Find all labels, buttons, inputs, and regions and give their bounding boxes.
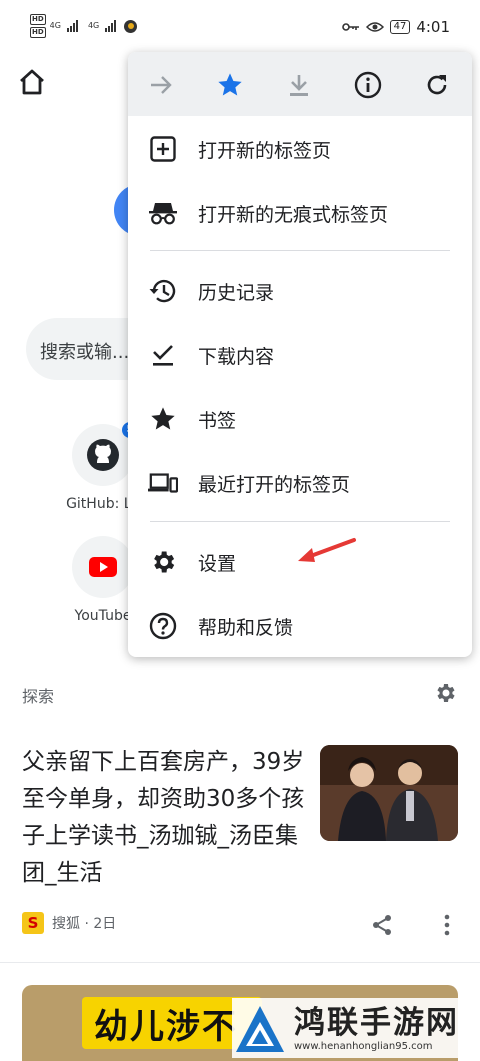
- network-label-2: 4G: [87, 21, 100, 30]
- menu-item-label: 下载内容: [198, 346, 275, 368]
- download-page-button[interactable]: [278, 64, 320, 106]
- explore-settings-button[interactable]: [433, 681, 457, 709]
- info-icon: [354, 71, 382, 99]
- annotation-arrow-icon: [298, 538, 356, 562]
- menu-item-bookmarks[interactable]: 书签: [128, 388, 472, 448]
- watermark-text: 鸿联手游网 www.henanhonglian95.com: [294, 1005, 459, 1052]
- article-photo: [320, 745, 458, 841]
- feed-divider: [0, 962, 480, 963]
- bookmarks-icon: [148, 404, 178, 434]
- menu-item-label: 打开新的无痕式标签页: [198, 204, 389, 226]
- reload-button[interactable]: [416, 64, 458, 106]
- menu-item-incognito-tab[interactable]: 打开新的无痕式标签页: [128, 182, 472, 242]
- source-text: 搜狐 · 2日: [52, 916, 117, 932]
- menu-item-label: 帮助和反馈: [198, 617, 294, 639]
- home-button[interactable]: [17, 68, 47, 100]
- battery-indicator: 47: [389, 20, 411, 34]
- status-left: HD HD 4G 4G: [30, 14, 138, 38]
- page-info-button[interactable]: [347, 64, 389, 106]
- shortcut-icon-wrap: [72, 536, 134, 598]
- network-label-1: 4G: [49, 21, 61, 30]
- clock: 4:01: [416, 18, 450, 36]
- history-icon: [148, 276, 178, 306]
- key-icon: [341, 23, 359, 31]
- sohu-logo: S: [22, 912, 44, 934]
- menu-item-help[interactable]: 帮助和反馈: [128, 595, 472, 655]
- signal-icon-1: [66, 20, 78, 32]
- help-icon: [148, 611, 178, 641]
- shortcut-icon-wrap: 5: [72, 422, 138, 486]
- download-icon: [290, 75, 308, 96]
- gear-icon: [437, 684, 455, 702]
- hd-indicators: HD HD: [30, 14, 46, 38]
- menu-item-history[interactable]: 历史记录: [128, 260, 472, 320]
- menu-item-label: 历史记录: [198, 282, 275, 304]
- new-tab-icon: [148, 134, 178, 164]
- menu-item-label: 打开新的标签页: [198, 140, 332, 162]
- notification-app-icon: [124, 19, 138, 33]
- article-source: S 搜狐 · 2日: [22, 912, 116, 934]
- search-placeholder: 搜索或输...: [40, 342, 130, 363]
- github-icon: [87, 439, 119, 471]
- hd-badge-1: HD: [30, 14, 46, 25]
- hd-badge-2: HD: [30, 27, 46, 38]
- article-thumbnail[interactable]: [320, 745, 458, 841]
- forward-button[interactable]: [140, 64, 182, 106]
- signal-icon-2: [105, 20, 117, 32]
- incognito-icon: [148, 198, 178, 228]
- status-right: 47 4:01: [341, 18, 450, 36]
- menu-divider: [150, 250, 450, 251]
- recent-tabs-icon: [148, 468, 178, 498]
- share-button[interactable]: [371, 914, 393, 940]
- star-icon: [218, 73, 242, 96]
- downloads-icon: [148, 340, 178, 370]
- explore-heading: 探索: [22, 687, 55, 706]
- article-title[interactable]: 父亲留下上百套房产，39岁至今单身，却资助30多个孩子上学读书_汤珈铖_汤臣集团…: [22, 744, 312, 892]
- watermark-title: 鸿联手游网: [294, 1004, 459, 1041]
- menu-item-label: 最近打开的标签页: [198, 474, 351, 496]
- menu-divider: [150, 521, 450, 522]
- more-vert-icon: [444, 914, 450, 936]
- menu-item-new-tab[interactable]: 打开新的标签页: [128, 118, 472, 178]
- youtube-icon: [89, 557, 117, 577]
- more-options-button[interactable]: [443, 914, 451, 940]
- site-watermark: 鸿联手游网 www.henanhonglian95.com: [232, 998, 468, 1058]
- eye-icon: [365, 22, 384, 32]
- refresh-icon: [427, 75, 447, 95]
- menu-item-label: 书签: [198, 410, 237, 432]
- settings-icon: [148, 547, 178, 577]
- share-icon: [373, 915, 391, 935]
- overflow-menu: 打开新的标签页 打开新的无痕式标签页 历史记录 下载内容 书签 最近打开的标签页: [128, 52, 472, 657]
- home-icon: [20, 69, 44, 95]
- menu-item-label: 设置: [198, 553, 237, 575]
- watermark-logo-icon: [236, 1006, 284, 1052]
- menu-item-downloads[interactable]: 下载内容: [128, 324, 472, 384]
- forward-icon: [151, 76, 172, 94]
- menu-toolbar: [128, 52, 472, 116]
- menu-item-recent-tabs[interactable]: 最近打开的标签页: [128, 452, 472, 512]
- status-bar: HD HD 4G 4G 47 4:01: [0, 0, 480, 58]
- card2-headline: 幼儿涉不: [94, 1007, 238, 1047]
- bookmark-star-button[interactable]: [209, 64, 251, 106]
- watermark-url: www.henanhonglian95.com: [294, 1040, 433, 1052]
